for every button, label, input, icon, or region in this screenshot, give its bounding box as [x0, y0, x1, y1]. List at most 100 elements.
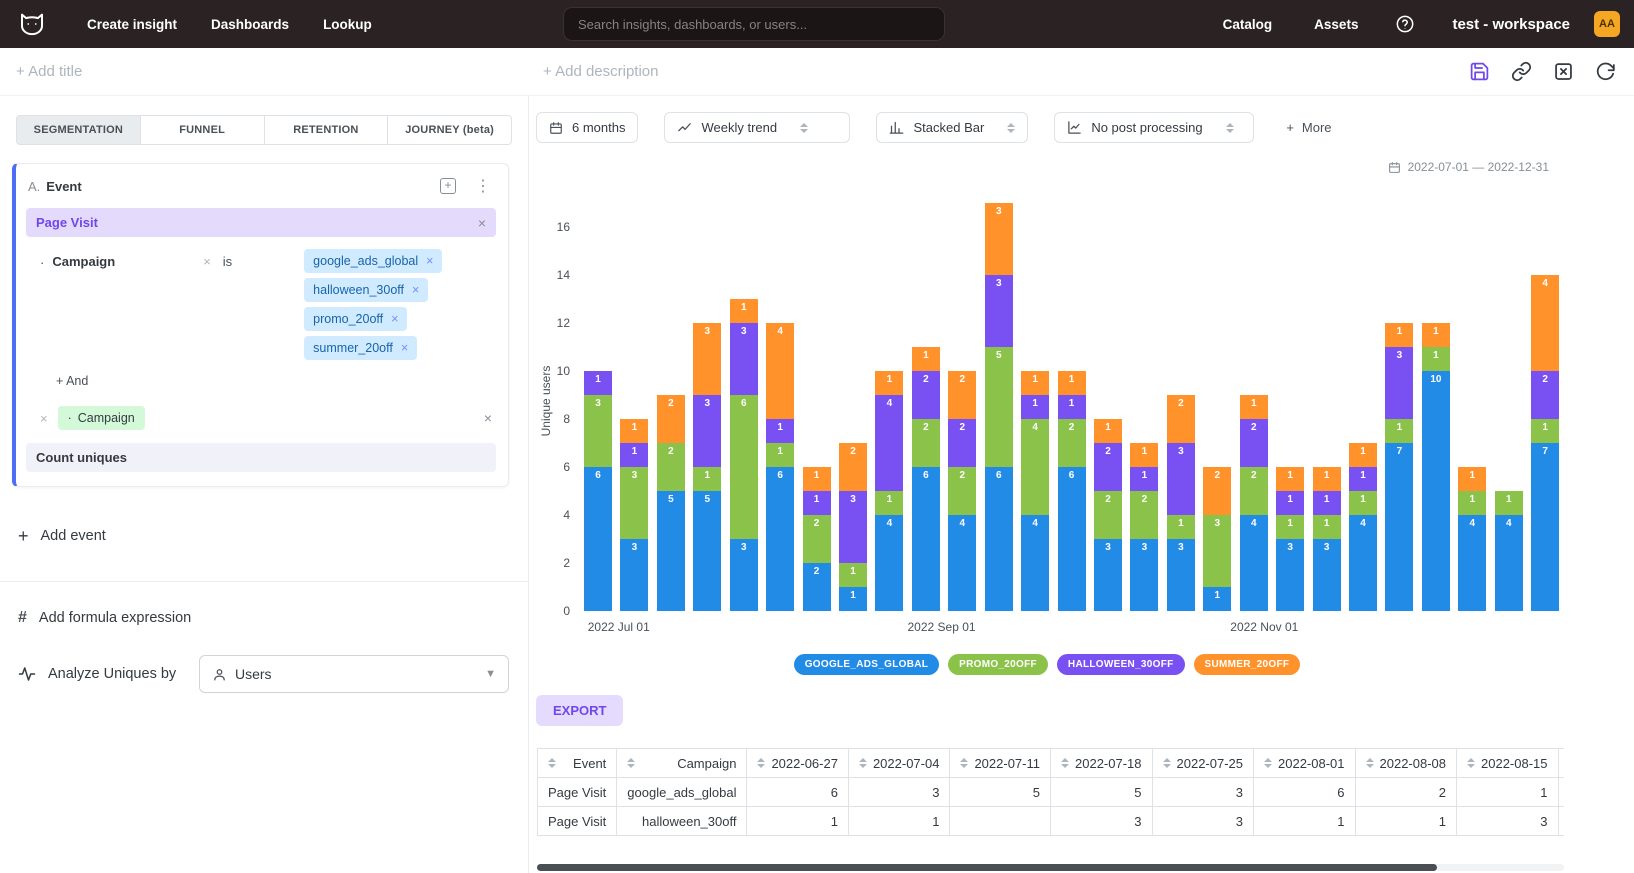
selected-event-row[interactable]: Page Visit ×	[26, 208, 496, 237]
bar-segment-halloween_30off[interactable]: 4	[875, 395, 903, 491]
bar-segment-promo_20off[interactable]: 2	[657, 443, 685, 491]
add-and-condition[interactable]: + And	[56, 374, 88, 388]
bar-segment-google_ads_global[interactable]: 3	[730, 539, 758, 611]
sort-icon[interactable]	[757, 758, 765, 768]
bar-segment-google_ads_global[interactable]: 5	[657, 491, 685, 611]
filter-property[interactable]: Campaign	[52, 254, 115, 269]
nav-lookup[interactable]: Lookup	[306, 9, 389, 40]
more-button[interactable]: + More	[1286, 120, 1331, 135]
bar-2022-11-14[interactable]: 3111	[1313, 467, 1341, 611]
table-column-header[interactable]: Event	[538, 749, 617, 778]
remove-value-icon[interactable]: ×	[426, 254, 433, 268]
bar-segment-promo_20off[interactable]: 3	[620, 467, 648, 539]
sort-icon[interactable]	[1163, 758, 1171, 768]
bar-segment-summer_20off[interactable]: 1	[803, 467, 831, 491]
bar-segment-halloween_30off[interactable]: 3	[693, 395, 721, 467]
bar-segment-google_ads_global[interactable]: 3	[1313, 539, 1341, 611]
app-logo[interactable]	[14, 6, 50, 42]
sort-icon[interactable]	[859, 758, 867, 768]
table-column-header[interactable]: 2022-07-25	[1152, 749, 1254, 778]
bar-2022-12-05[interactable]: 1011	[1422, 323, 1450, 611]
table-column-header[interactable]: 2022-07-11	[950, 749, 1051, 778]
remove-breakdown-icon[interactable]: ×	[40, 411, 48, 426]
bar-2022-10-03[interactable]: 3221	[1094, 419, 1122, 611]
event-menu-icon[interactable]: ⋮	[472, 176, 494, 196]
bar-2022-11-21[interactable]: 4111	[1349, 443, 1377, 611]
remove-breakdown-group-icon[interactable]: ×	[484, 410, 492, 426]
bar-segment-halloween_30off[interactable]: 2	[1240, 419, 1268, 467]
bar-segment-promo_20off[interactable]: 3	[584, 395, 612, 467]
bar-segment-summer_20off[interactable]: 1	[1021, 371, 1049, 395]
chart-type-select[interactable]: Stacked Bar	[876, 112, 1028, 143]
bar-segment-google_ads_global[interactable]: 4	[875, 515, 903, 611]
bar-segment-halloween_30off[interactable]: 3	[1385, 347, 1413, 419]
add-title-field[interactable]: + Add title	[16, 63, 82, 80]
remove-event-icon[interactable]: ×	[478, 216, 486, 230]
bar-segment-summer_20off[interactable]: 2	[1203, 467, 1231, 515]
bar-segment-google_ads_global[interactable]: 1	[1203, 587, 1231, 611]
sort-icon[interactable]	[960, 758, 968, 768]
bar-2022-07-18[interactable]: 5133	[693, 323, 721, 611]
bar-segment-halloween_30off[interactable]: 1	[1276, 491, 1304, 515]
bar-segment-summer_20off[interactable]: 1	[1058, 371, 1086, 395]
save-icon[interactable]	[1468, 61, 1490, 83]
bar-segment-promo_20off[interactable]: 3	[1203, 515, 1231, 587]
remove-value-icon[interactable]: ×	[412, 283, 419, 297]
bar-segment-promo_20off[interactable]: 1	[1313, 515, 1341, 539]
bar-segment-google_ads_global[interactable]: 1	[839, 587, 867, 611]
bar-segment-google_ads_global[interactable]: 4	[1349, 515, 1377, 611]
nav-assets[interactable]: Assets	[1300, 9, 1372, 40]
aggregation-row[interactable]: Count uniques	[26, 443, 496, 472]
bar-segment-halloween_30off[interactable]: 3	[1167, 443, 1195, 515]
bar-segment-google_ads_global[interactable]: 7	[1531, 443, 1559, 611]
bar-2022-08-08[interactable]: 2211	[803, 467, 831, 611]
bar-segment-halloween_30off[interactable]: 1	[803, 491, 831, 515]
bar-segment-promo_20off[interactable]: 6	[730, 395, 758, 539]
bar-segment-promo_20off[interactable]: 1	[1531, 419, 1559, 443]
table-horizontal-scrollbar[interactable]	[537, 864, 1564, 871]
filter-value-pill[interactable]: summer_20off×	[304, 336, 417, 360]
filter-value-pill[interactable]: halloween_30off×	[304, 278, 428, 302]
post-processing-select[interactable]: No post processing	[1054, 112, 1254, 143]
bar-2022-12-19[interactable]: 41	[1495, 491, 1523, 611]
bar-segment-halloween_30off[interactable]: 2	[1094, 443, 1122, 491]
bar-segment-google_ads_global[interactable]: 3	[1276, 539, 1304, 611]
bar-segment-google_ads_global[interactable]: 3	[1167, 539, 1195, 611]
bar-segment-summer_20off[interactable]: 1	[1458, 467, 1486, 491]
bar-segment-google_ads_global[interactable]: 4	[1021, 515, 1049, 611]
trend-select[interactable]: Weekly trend	[664, 112, 850, 143]
bar-segment-promo_20off[interactable]: 2	[1094, 491, 1122, 539]
scrollbar-thumb[interactable]	[537, 864, 1437, 871]
bar-segment-summer_20off[interactable]: 1	[1349, 443, 1377, 467]
add-filter-icon[interactable]: +	[440, 178, 456, 194]
bar-segment-halloween_30off[interactable]: 2	[1531, 371, 1559, 419]
bar-2022-07-04[interactable]: 3311	[620, 419, 648, 611]
bar-segment-google_ads_global[interactable]: 3	[1094, 539, 1122, 611]
bar-segment-summer_20off[interactable]: 4	[1531, 275, 1559, 371]
clear-insight-icon[interactable]	[1552, 61, 1574, 83]
bar-segment-summer_20off[interactable]: 1	[1276, 467, 1304, 491]
bar-segment-halloween_30off[interactable]: 2	[948, 419, 976, 467]
bar-2022-08-15[interactable]: 1132	[839, 443, 867, 611]
bar-segment-halloween_30off[interactable]: 2	[912, 371, 940, 419]
bar-2022-09-05[interactable]: 4222	[948, 371, 976, 611]
bar-segment-promo_20off[interactable]: 2	[1240, 467, 1268, 515]
bar-2022-08-29[interactable]: 6221	[912, 347, 940, 611]
bar-segment-promo_20off[interactable]: 2	[803, 515, 831, 563]
bar-segment-summer_20off[interactable]: 2	[948, 371, 976, 419]
nav-dashboards[interactable]: Dashboards	[194, 9, 306, 40]
table-column-header[interactable]: 2022-07-04	[848, 749, 950, 778]
legend-pill-promo_20off[interactable]: PROMO_20OFF	[948, 654, 1048, 675]
table-column-header[interactable]: 2022-06-27	[747, 749, 849, 778]
sort-icon[interactable]	[1467, 758, 1475, 768]
bar-2022-07-25[interactable]: 3631	[730, 299, 758, 611]
sort-icon[interactable]	[1366, 758, 1374, 768]
bar-2022-09-26[interactable]: 6211	[1058, 371, 1086, 611]
bar-segment-promo_20off[interactable]: 2	[912, 419, 940, 467]
search-input[interactable]	[563, 7, 945, 41]
bar-segment-halloween_30off[interactable]: 1	[1021, 395, 1049, 419]
bar-segment-promo_20off[interactable]: 1	[1276, 515, 1304, 539]
bar-segment-promo_20off[interactable]: 1	[766, 443, 794, 467]
bar-segment-summer_20off[interactable]: 2	[839, 443, 867, 491]
bar-segment-halloween_30off[interactable]: 3	[730, 323, 758, 395]
